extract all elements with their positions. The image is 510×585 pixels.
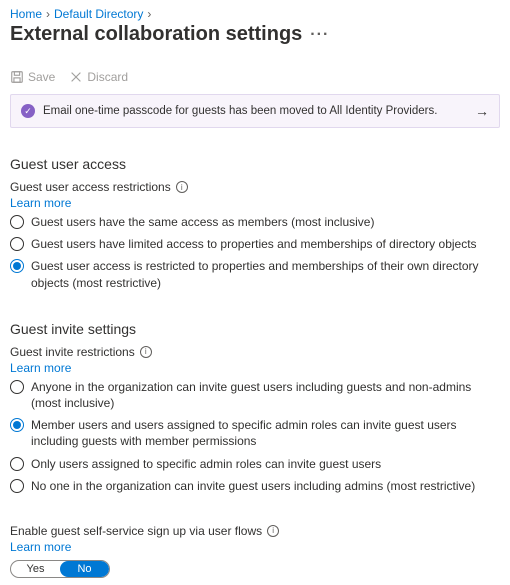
discard-button[interactable]: Discard: [69, 70, 128, 84]
save-label: Save: [28, 70, 55, 84]
radio-label: Guest user access is restricted to prope…: [31, 258, 500, 290]
chevron-right-icon: ›: [46, 7, 50, 21]
radio-option-invite-3[interactable]: No one in the organization can invite gu…: [10, 478, 500, 494]
breadcrumb: Home › Default Directory ›: [10, 7, 500, 21]
radio-icon: [10, 237, 24, 251]
field-label-text: Enable guest self-service sign up via us…: [10, 524, 262, 538]
info-banner: ✓ Email one-time passcode for guests has…: [10, 94, 500, 128]
radio-icon: [10, 215, 24, 229]
radio-label: No one in the organization can invite gu…: [31, 478, 500, 494]
breadcrumb-directory[interactable]: Default Directory: [54, 7, 143, 21]
radio-group-guest-invite: Anyone in the organization can invite gu…: [10, 379, 500, 494]
radio-option-invite-0[interactable]: Anyone in the organization can invite gu…: [10, 379, 500, 411]
radio-icon: [10, 259, 24, 273]
chevron-right-icon: ›: [147, 7, 151, 21]
radio-icon: [10, 380, 24, 394]
radio-icon: [10, 418, 24, 432]
learn-more-link[interactable]: Learn more: [10, 540, 71, 554]
info-icon[interactable]: i: [267, 525, 279, 537]
radio-group-guest-access: Guest users have the same access as memb…: [10, 214, 500, 291]
radio-option-access-0[interactable]: Guest users have the same access as memb…: [10, 214, 500, 230]
radio-option-access-2[interactable]: Guest user access is restricted to prope…: [10, 258, 500, 290]
info-icon: ✓: [21, 104, 35, 118]
toggle-self-service[interactable]: Yes No: [10, 560, 110, 578]
save-button[interactable]: Save: [10, 70, 55, 84]
arrow-right-icon[interactable]: →: [475, 103, 489, 119]
radio-label: Anyone in the organization can invite gu…: [31, 379, 500, 411]
toggle-yes[interactable]: Yes: [11, 561, 60, 577]
radio-label: Guest users have the same access as memb…: [31, 214, 500, 230]
field-label-guest-access: Guest user access restrictions i: [10, 180, 500, 194]
radio-icon: [10, 457, 24, 471]
more-actions-button[interactable]: ···: [310, 26, 329, 44]
close-icon: [69, 70, 83, 84]
radio-label: Guest users have limited access to prope…: [31, 236, 500, 252]
info-icon[interactable]: i: [176, 181, 188, 193]
discard-label: Discard: [87, 70, 128, 84]
page-title: External collaboration settings ···: [10, 23, 500, 46]
learn-more-link[interactable]: Learn more: [10, 196, 71, 210]
field-label-text: Guest invite restrictions: [10, 345, 135, 359]
field-label-guest-invite: Guest invite restrictions i: [10, 345, 500, 359]
page-title-text: External collaboration settings: [10, 23, 302, 46]
toolbar: Save Discard: [10, 70, 500, 84]
field-label-text: Guest user access restrictions: [10, 180, 171, 194]
radio-option-invite-1[interactable]: Member users and users assigned to speci…: [10, 417, 500, 449]
save-icon: [10, 70, 24, 84]
info-banner-text: Email one-time passcode for guests has b…: [43, 105, 437, 117]
radio-label: Only users assigned to specific admin ro…: [31, 456, 500, 472]
breadcrumb-home[interactable]: Home: [10, 7, 42, 21]
toggle-no[interactable]: No: [60, 561, 109, 577]
radio-label: Member users and users assigned to speci…: [31, 417, 500, 449]
radio-option-invite-2[interactable]: Only users assigned to specific admin ro…: [10, 456, 500, 472]
learn-more-link[interactable]: Learn more: [10, 361, 71, 375]
field-label-self-service: Enable guest self-service sign up via us…: [10, 524, 500, 538]
section-heading-guest-access: Guest user access: [10, 156, 500, 172]
info-icon[interactable]: i: [140, 346, 152, 358]
radio-option-access-1[interactable]: Guest users have limited access to prope…: [10, 236, 500, 252]
section-heading-guest-invite: Guest invite settings: [10, 321, 500, 337]
radio-icon: [10, 479, 24, 493]
